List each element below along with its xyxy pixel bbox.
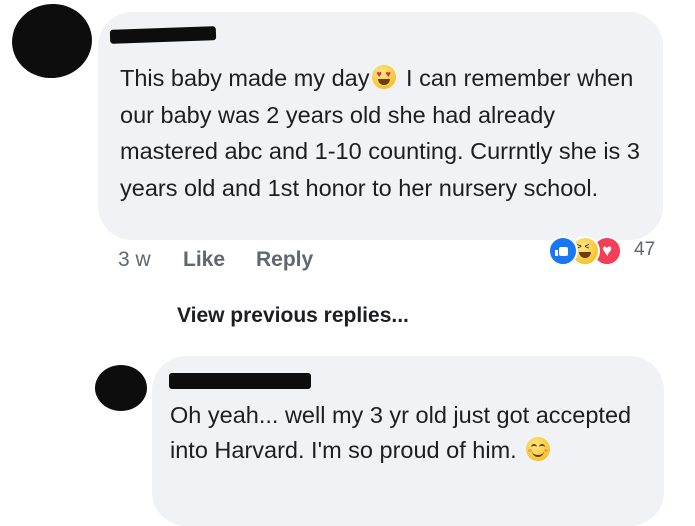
smiling-face-emoji-icon (526, 437, 551, 461)
heart-eyes-emoji-icon: ♥ ♥ (372, 65, 397, 89)
reactions-summary[interactable]: >< ♥ 47 (548, 236, 664, 266)
reply-text: Oh yeah... well my 3 yr old just got acc… (170, 398, 655, 468)
comment-timestamp[interactable]: 3 w (118, 248, 151, 272)
reply-button[interactable]: Reply (256, 248, 313, 272)
like-button[interactable]: Like (183, 248, 225, 272)
reply-avatar[interactable] (95, 365, 147, 411)
reaction-count: 47 (634, 239, 656, 260)
view-previous-replies-link[interactable]: View previous replies... (177, 303, 409, 329)
avatar[interactable] (7, 0, 97, 84)
like-reaction-icon (548, 236, 578, 266)
comment-text-part: This baby made my day (120, 65, 370, 91)
redacted-reply-author-name[interactable] (169, 373, 311, 389)
comment-text: This baby made my day ♥ ♥ I can remember w… (120, 60, 655, 206)
reply-text-part: Oh yeah... well my 3 yr old just got acc… (170, 402, 632, 463)
